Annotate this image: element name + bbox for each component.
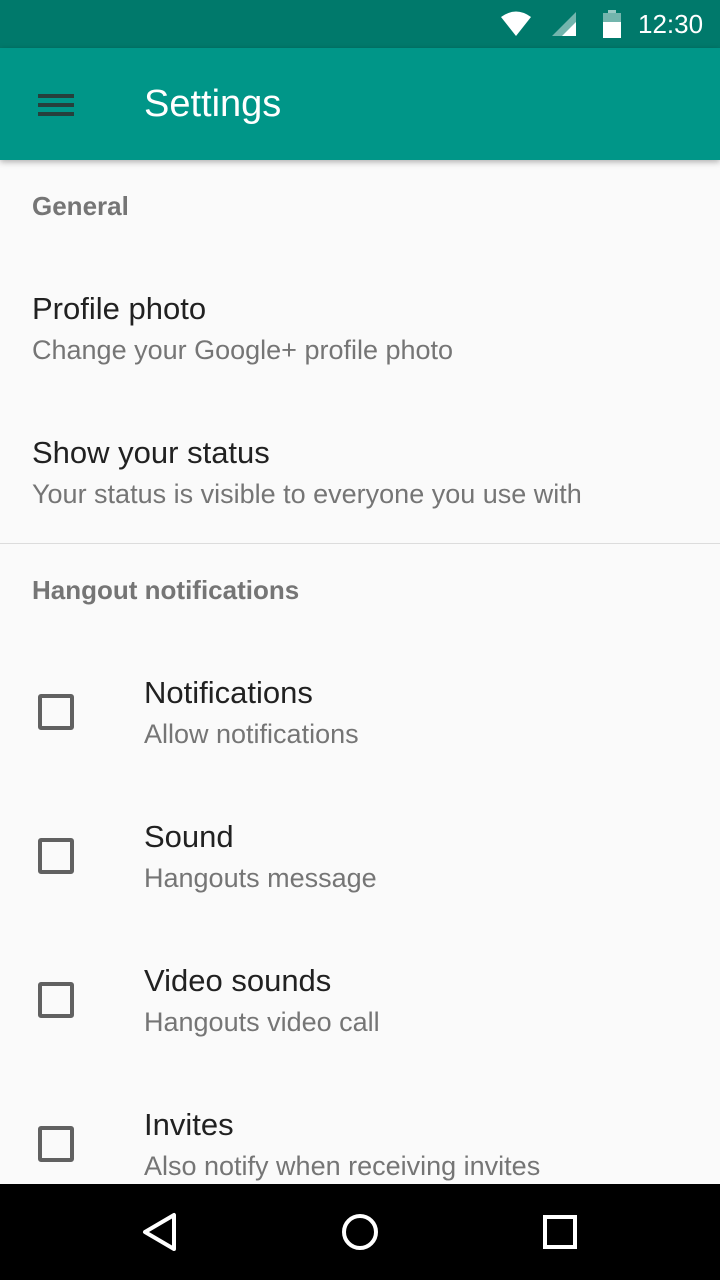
battery-icon xyxy=(603,10,621,38)
app-toolbar: Settings xyxy=(0,48,720,160)
sound-checkbox[interactable] xyxy=(38,838,74,874)
page-title: Settings xyxy=(144,83,282,125)
pref-show-status[interactable]: Show your status Your status is visible … xyxy=(0,392,720,536)
pref-summary: Hangouts video call xyxy=(144,1007,380,1037)
section-divider xyxy=(0,543,720,544)
pref-title: Invites xyxy=(144,1107,234,1142)
cell-signal-icon xyxy=(552,12,576,36)
pref-profile-photo[interactable]: Profile photo Change your Google+ profil… xyxy=(0,248,720,392)
pref-sound[interactable]: Sound Hangouts message xyxy=(0,776,720,920)
settings-screen: 12:30 Settings General Profile photo Cha… xyxy=(0,0,720,1280)
pref-invites[interactable]: Invites Also notify when receiving invit… xyxy=(0,1064,720,1184)
invites-checkbox[interactable] xyxy=(38,1126,74,1162)
pref-video-sounds[interactable]: Video sounds Hangouts video call xyxy=(0,920,720,1064)
pref-summary: Allow notifications xyxy=(144,719,359,749)
home-icon[interactable] xyxy=(336,1208,384,1256)
navigation-bar xyxy=(0,1184,720,1280)
recents-icon[interactable] xyxy=(536,1208,584,1256)
pref-title: Video sounds xyxy=(144,963,332,998)
pref-title: Profile photo xyxy=(32,291,207,326)
status-bar: 12:30 xyxy=(0,0,720,48)
video-sounds-checkbox[interactable] xyxy=(38,982,74,1018)
pref-summary: Hangouts message xyxy=(144,863,377,893)
status-clock: 12:30 xyxy=(638,9,704,39)
pref-title: Show your status xyxy=(32,435,270,470)
section-header-hangout-notifications: Hangout notifications xyxy=(32,575,300,605)
pref-summary: Also notify when receiving invites xyxy=(144,1151,541,1181)
notifications-checkbox[interactable] xyxy=(38,694,74,730)
pref-summary: Your status is visible to everyone you u… xyxy=(32,479,582,509)
pref-title: Notifications xyxy=(144,675,313,710)
pref-title: Sound xyxy=(144,819,234,854)
pref-notifications[interactable]: Notifications Allow notifications xyxy=(0,632,720,776)
menu-button[interactable] xyxy=(16,76,96,132)
settings-list: General Profile photo Change your Google… xyxy=(0,160,720,1184)
pref-summary: Change your Google+ profile photo xyxy=(32,335,454,365)
section-header-general: General xyxy=(32,191,129,221)
back-icon[interactable] xyxy=(136,1208,184,1256)
wifi-icon xyxy=(501,11,531,36)
